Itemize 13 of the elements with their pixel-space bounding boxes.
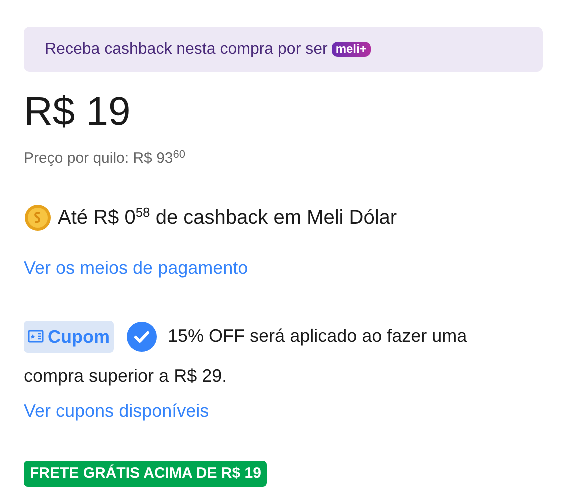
price: R$ 19 xyxy=(24,89,132,136)
meli-plus-badge: meli+ xyxy=(332,42,371,57)
unit-price: Preço por quilo: R$ 93$^{60}$ xyxy=(24,148,187,169)
available-coupons-link[interactable]: Ver cupons disponíveis xyxy=(24,398,543,424)
ticket-icon xyxy=(28,330,44,344)
coin-icon xyxy=(24,204,52,232)
free-shipping-badge: FRETE GRÁTIS ACIMA DE R$ 19 xyxy=(24,460,268,486)
cashback-text: Até R$ 0$^{58}$ de cashback em Meli Dólar xyxy=(58,204,398,230)
banner-text: Receba cashback nesta compra por ser xyxy=(45,40,328,60)
coupon-tag: Cupom xyxy=(24,320,114,353)
payment-methods-link[interactable]: Ver os meios de pagamento xyxy=(24,254,543,282)
coupon-description: 15% OFF será aplicado ao fazer uma xyxy=(168,326,468,346)
coupon-description: compra superior a R$ 29. xyxy=(24,364,228,388)
